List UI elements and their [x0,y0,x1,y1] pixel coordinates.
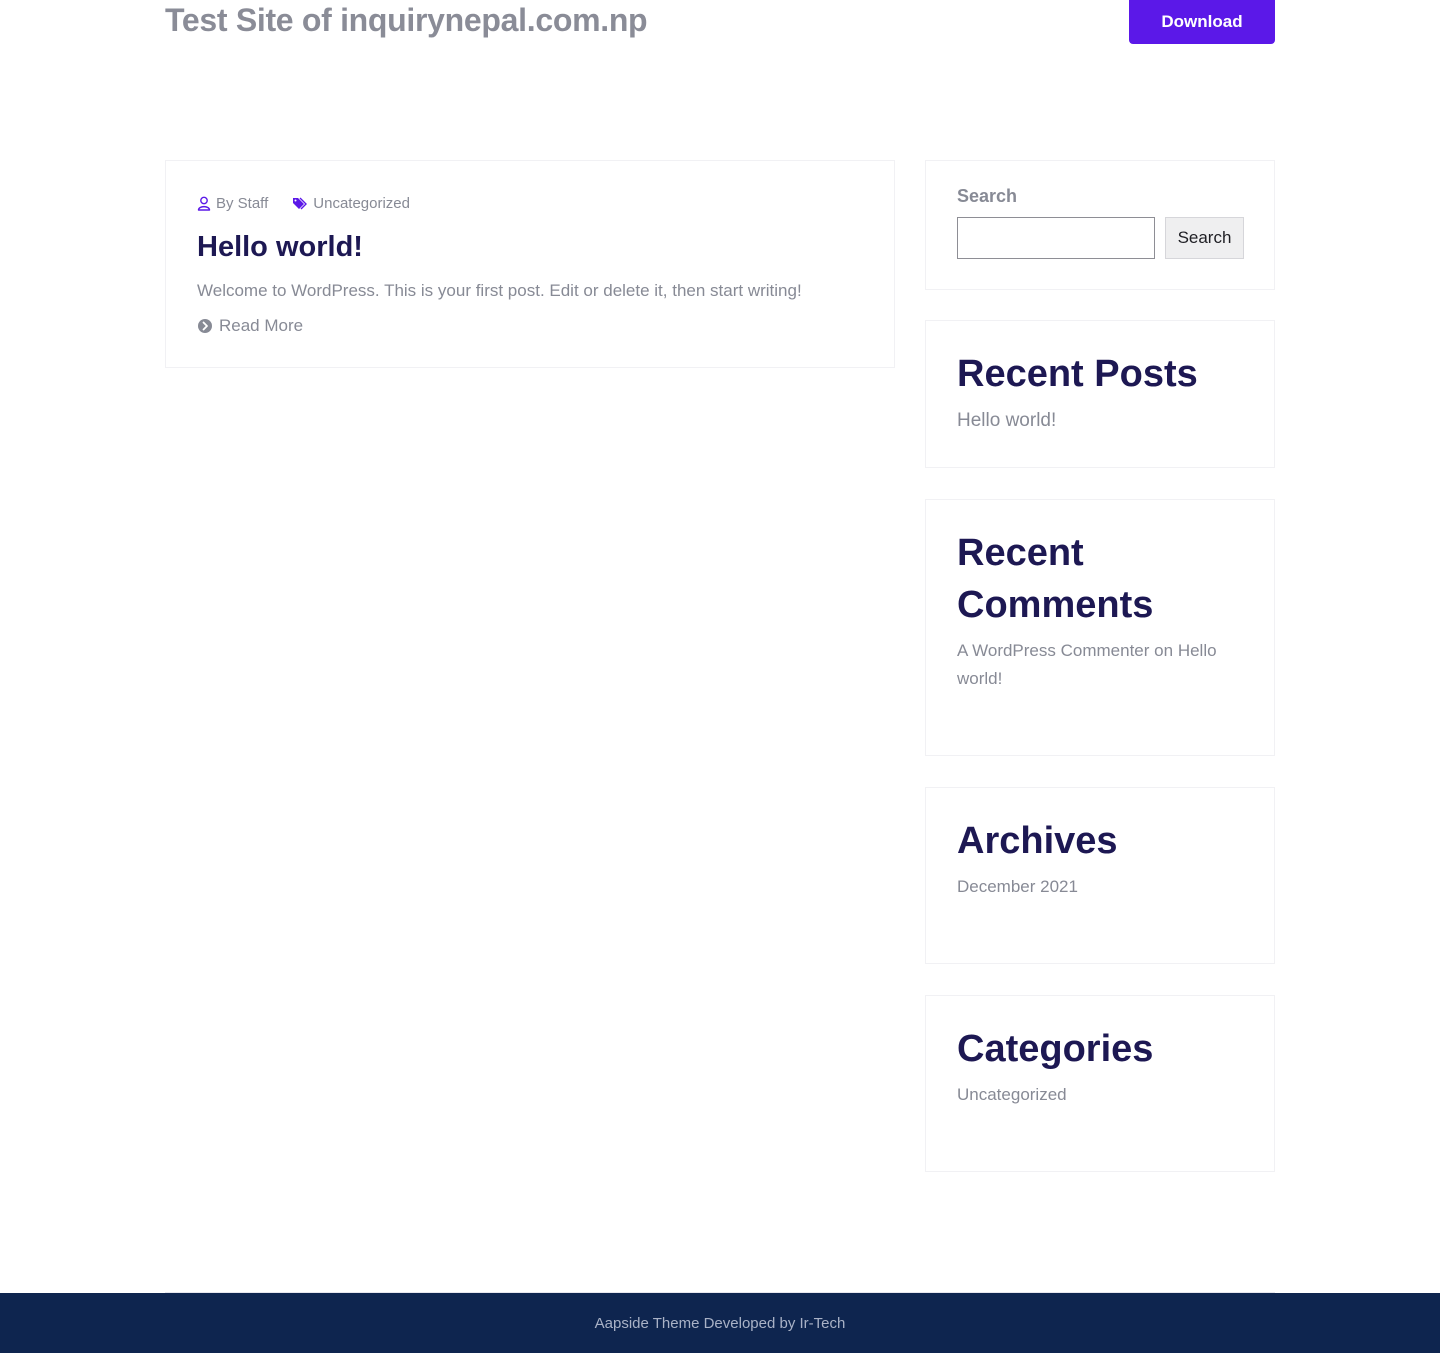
post-title[interactable]: Hello world! [197,227,363,267]
search-input[interactable] [957,217,1155,259]
footer-credit[interactable]: Aapside Theme Developed by Ir-Tech [595,1315,846,1332]
post-meta: By Staff Uncategorized [197,195,410,212]
recent-comments-widget: Recent Comments A WordPress Commenter on… [925,499,1275,756]
tags-icon [293,197,308,209]
download-button[interactable]: Download [1129,0,1275,44]
recent-posts-widget: Recent Posts Hello world! [925,320,1275,468]
search-label: Search [957,186,1018,206]
archives-widget: Archives December 2021 [925,787,1275,964]
post-category-label: Uncategorized [313,195,410,212]
category-link[interactable]: Uncategorized [957,1081,1067,1109]
archives-title: Archives [957,820,1118,862]
user-icon [197,196,211,211]
comment-post-link[interactable]: Hello [1178,641,1217,660]
read-more-label: Read More [219,316,304,335]
read-more-link[interactable]: Read More [197,314,303,338]
post-author[interactable]: By Staff [197,195,268,212]
recent-posts-title: Recent Posts [957,353,1198,395]
post-category[interactable]: Uncategorized [292,195,410,212]
post-author-label: By Staff [216,195,269,212]
archive-link[interactable]: December 2021 [957,873,1078,901]
post-card: By Staff Uncategorized Hello world! Welc… [165,160,895,368]
chevron-right-circle-icon [198,319,212,333]
search-button[interactable]: Search [1165,217,1244,259]
footer: Aapside Theme Developed by Ir-Tech [0,1293,1440,1353]
categories-widget: Categories Uncategorized [925,995,1275,1172]
recent-post-link[interactable]: Hello world! [957,407,1056,435]
comment-connector: on [1154,641,1174,660]
recent-comments-title-line1: Recent [957,532,1084,574]
recent-comments-title-line2: Comments [957,584,1154,626]
comment-author-link[interactable]: A WordPress Commenter [957,641,1149,660]
search-widget: Search Search [925,160,1275,290]
post-excerpt: Welcome to WordPress. This is your first… [197,281,802,300]
comment-post-link-cont[interactable]: world! [957,665,1002,693]
recent-comment-item: A WordPress Commenter on Hello [957,637,1217,665]
site-title[interactable]: Test Site of inquirynepal.com.np [165,0,648,40]
categories-title: Categories [957,1028,1154,1070]
